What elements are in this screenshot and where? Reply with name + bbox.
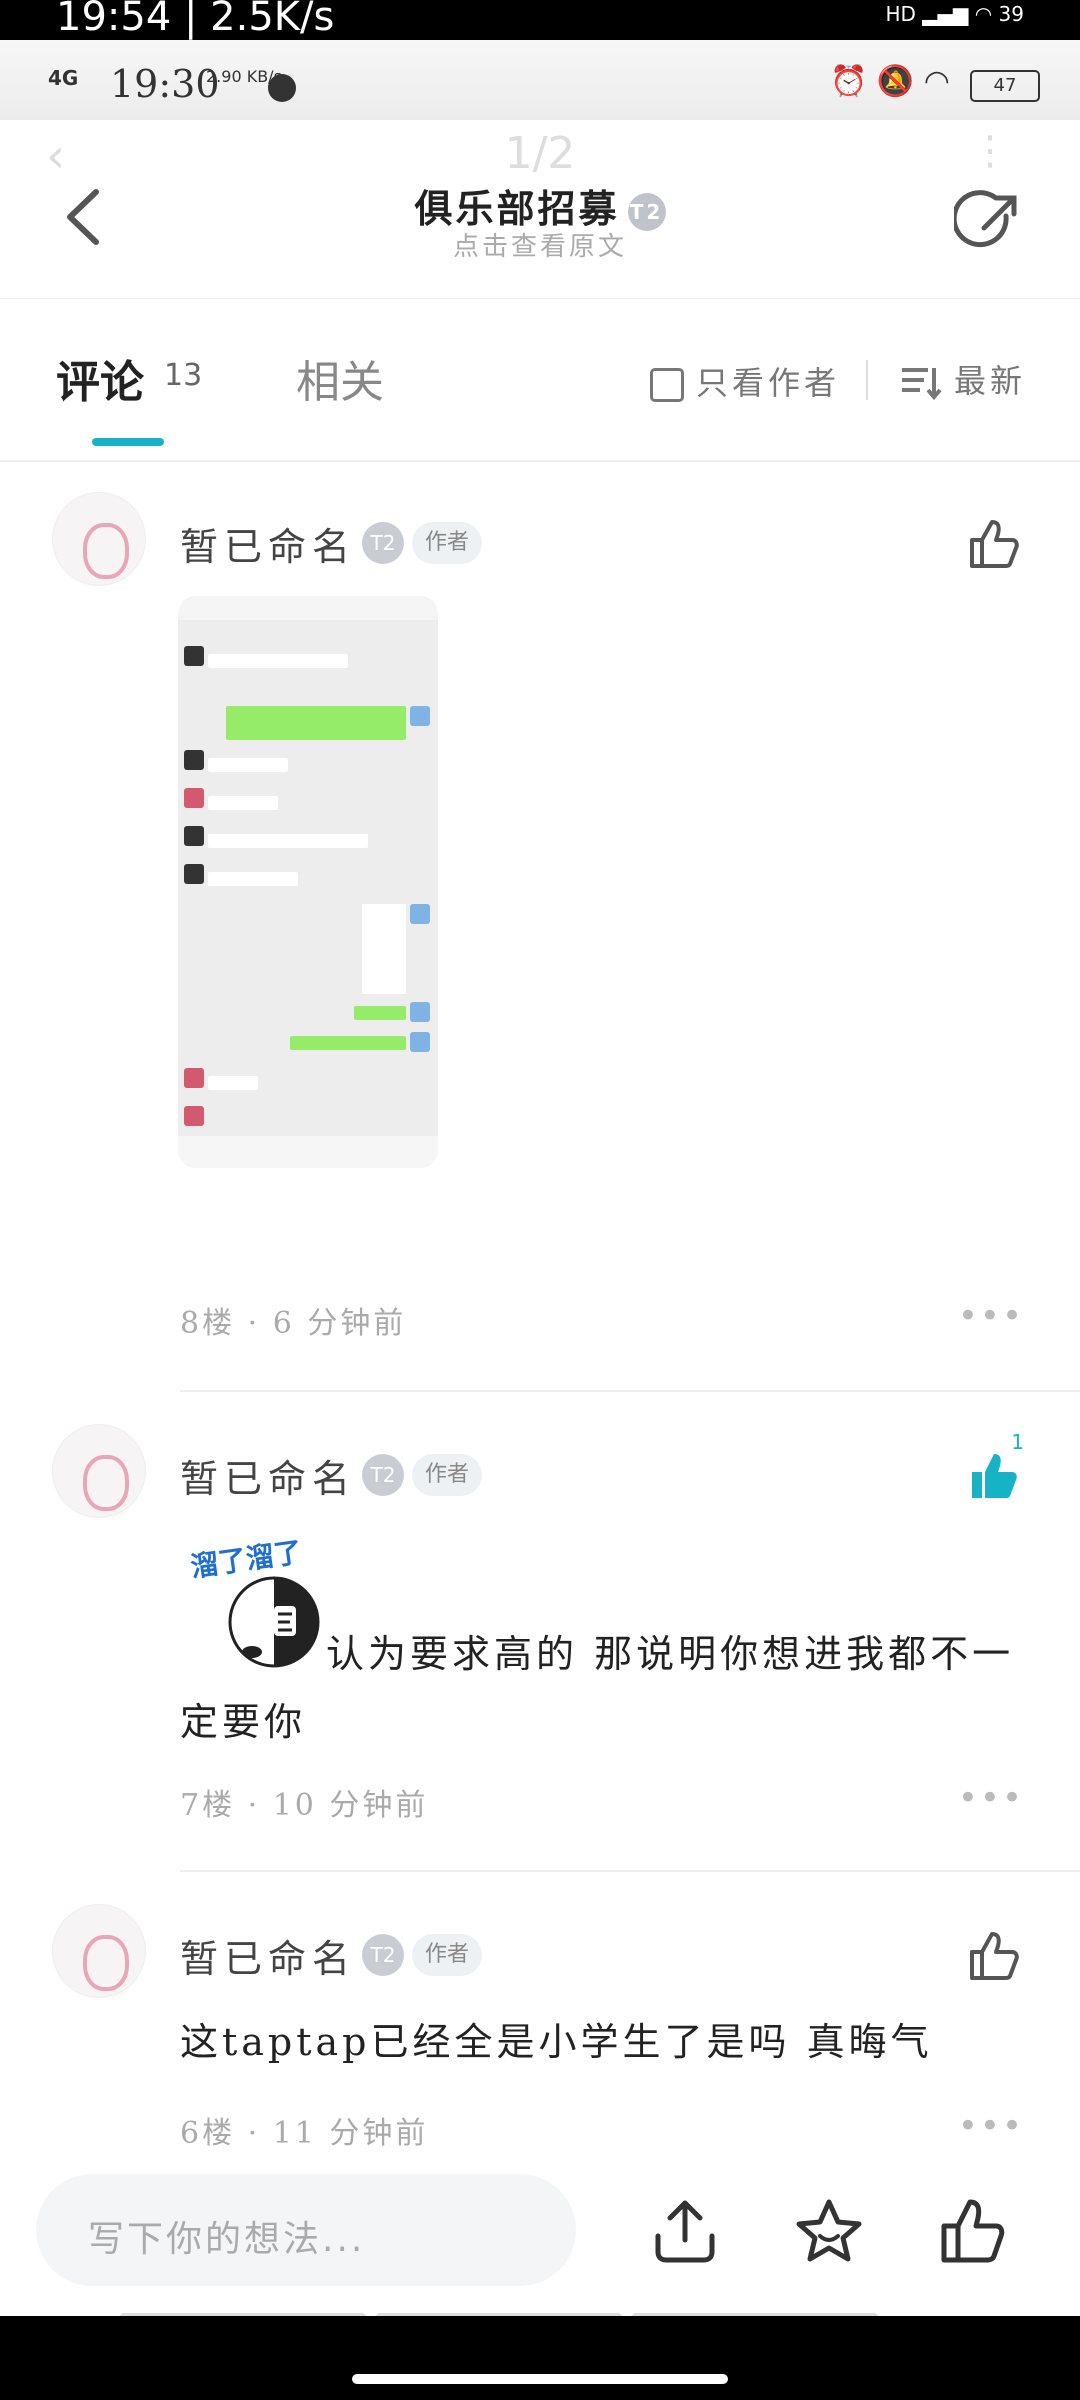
chat-screenshot-image[interactable] — [178, 596, 438, 1168]
avatar[interactable] — [52, 492, 146, 586]
page-header: ‹ 1/2 ⋮ 俱乐部招募 T2 点击查看原文 — [0, 120, 1080, 299]
view-original-link[interactable]: 点击查看原文 — [0, 226, 1080, 263]
level-badge: T2 — [362, 1454, 404, 1496]
avatar[interactable] — [52, 1424, 146, 1518]
more-icon[interactable]: ••• — [958, 1296, 1024, 1336]
like-count: 1 — [1011, 1430, 1024, 1454]
status-bar: 4G 19:30 2.90 KB/s ⏰ 🔕 ◠ 47 — [0, 40, 1080, 120]
author-tag: 作者 — [412, 1934, 482, 1976]
alarm-mute-wifi-icons: ⏰ 🔕 ◠ — [830, 64, 950, 99]
username[interactable]: 暂已命名 — [180, 1928, 356, 1983]
scroll-indicator — [120, 2306, 960, 2321]
username[interactable]: 暂已命名 — [180, 1448, 356, 1503]
comment-count: 13 — [164, 358, 203, 393]
comment-item: 暂已命名 T2 作者 这taptap已经全是小学生了是吗 真晦气 6楼 · 11… — [0, 1872, 1080, 2152]
sort-icon — [902, 368, 942, 401]
comment-item: 暂已命名 T2 作者 8楼 · 6 分钟前 ••• — [0, 460, 1080, 1390]
like-icon[interactable] — [938, 2196, 1008, 2266]
tab-bar: 评论 13 相关 只看作者 最新 — [0, 300, 1080, 462]
status-clock: 19:30 — [110, 62, 220, 106]
share-icon[interactable] — [954, 188, 1024, 258]
ghost-more-icon: ⋮ — [970, 128, 1010, 174]
upload-icon[interactable] — [650, 2196, 720, 2266]
author-tag: 作者 — [412, 522, 482, 564]
comment-text: 认为要求高的 那说明你想进我都不一定要你 — [180, 1632, 1015, 1744]
star-icon[interactable] — [794, 2196, 864, 2266]
image-pager: 1/2 — [504, 128, 576, 179]
network-indicator: 4G — [48, 66, 79, 90]
author-only-toggle[interactable]: 只看作者 — [650, 358, 840, 404]
like-icon[interactable] — [966, 516, 1022, 572]
system-nav-bar — [0, 2316, 1080, 2400]
more-icon[interactable]: ••• — [958, 2106, 1024, 2146]
divider — [866, 360, 868, 400]
username[interactable]: 暂已命名 — [180, 516, 356, 571]
tab-related[interactable]: 相关 — [296, 346, 384, 410]
avatar[interactable] — [52, 1904, 146, 1998]
tab-comments[interactable]: 评论 — [56, 346, 144, 410]
active-tab-indicator — [92, 438, 164, 446]
level-badge: T2 — [362, 522, 404, 564]
like-icon[interactable] — [966, 1928, 1022, 1984]
floor-and-time: 7楼 · 10 分钟前 — [180, 1788, 429, 1823]
checkbox-icon[interactable] — [650, 368, 684, 402]
author-tag: 作者 — [412, 1454, 482, 1496]
more-icon[interactable]: ••• — [958, 1778, 1024, 1818]
level-badge: T2 — [627, 192, 666, 231]
app-indicator-icon — [268, 74, 296, 102]
comment-input[interactable]: 写下你的想法... — [36, 2174, 576, 2286]
comment-input-placeholder: 写下你的想法... — [88, 2219, 366, 2260]
battery-indicator: 47 — [970, 70, 1040, 102]
bottom-action-bar: 写下你的想法... — [0, 2146, 1080, 2316]
level-badge: T2 — [362, 1934, 404, 1976]
sort-button[interactable]: 最新 — [900, 356, 1026, 402]
home-gesture-handle[interactable] — [352, 2374, 728, 2384]
page-title[interactable]: 俱乐部招募 T2 — [0, 178, 1080, 233]
overlay-battery: HD ▂▄▆ ◠ 39 — [885, 2, 1024, 26]
overlay-status-bar: 19:54 | 2.5K/s HD ▂▄▆ ◠ 39 — [0, 0, 1080, 40]
comment-text: 这taptap已经全是小学生了是吗 真晦气 — [180, 2020, 933, 2064]
like-icon-active[interactable] — [966, 1448, 1022, 1504]
overlay-time: 19:54 | 2.5K/s — [56, 0, 335, 40]
floor-and-time: 8楼 · 6 分钟前 — [180, 1306, 407, 1341]
